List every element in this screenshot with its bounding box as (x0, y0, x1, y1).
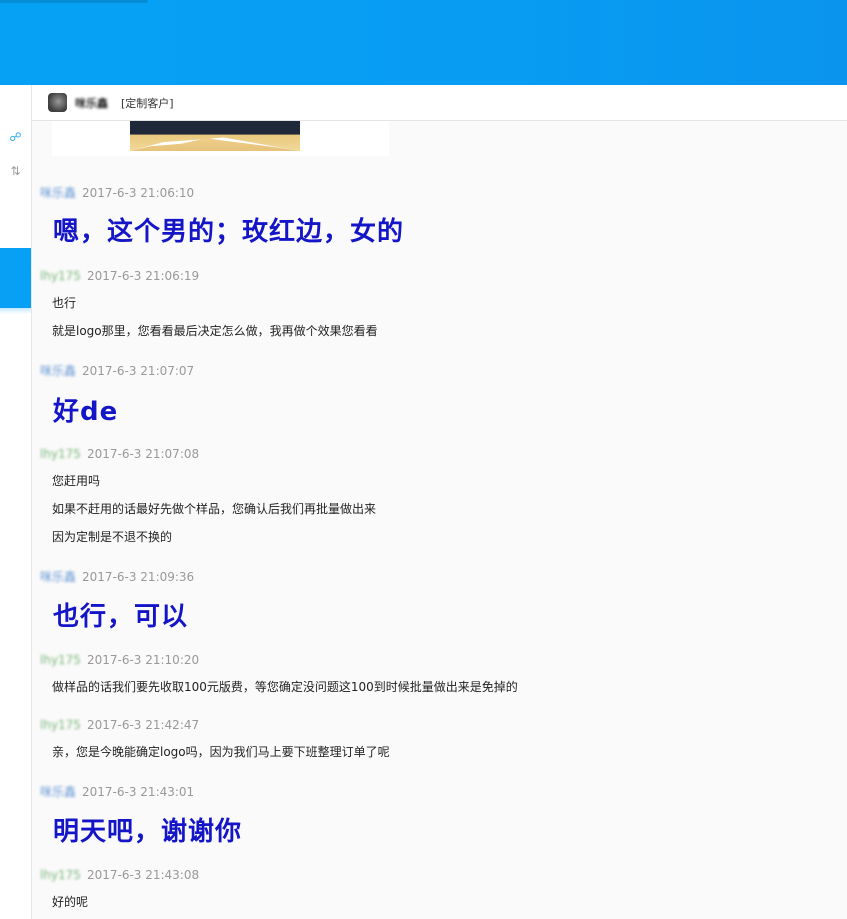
message-text: 嗯，这个男的；玫红边，女的 (53, 217, 405, 247)
sender-name: lhy175 (40, 868, 81, 882)
sort-icon[interactable]: ⇅ (0, 164, 31, 178)
message-text: 明天吧，谢谢你 (53, 817, 243, 847)
left-sidebar: ☍ ⇅ (0, 85, 32, 919)
message-text: 也行，可以 (53, 602, 189, 632)
sidebar-active-item[interactable] (0, 248, 31, 308)
message-meta: lhy175 2017-6-3 21:06:19 (40, 269, 199, 283)
app-top-bar (0, 0, 847, 85)
message-text: 如果不赶用的话最好先做个样品，您确认后我们再批量做出来 (52, 502, 377, 516)
sender-name: lhy175 (40, 653, 81, 667)
sender-name: lhy175 (40, 447, 81, 461)
sender-name: 咪乐鑫 (40, 364, 77, 378)
message-text: 做样品的话我们要先收取100元版费，等您确定没问题这100到时候批量做出来是免掉… (52, 680, 518, 694)
message-meta: 咪乐鑫 2017-6-3 21:07:07 (40, 362, 194, 379)
sender-name: lhy175 (40, 269, 81, 283)
message-time: 2017-6-3 21:07:08 (86, 447, 200, 461)
message-meta: 咪乐鑫 2017-6-3 21:09:36 (40, 568, 194, 585)
contact-tag: [定制客户] (121, 97, 174, 110)
sender-name: 咪乐鑫 (40, 570, 77, 584)
top-bar-shadow (0, 0, 148, 3)
sender-name: 咪乐鑫 (40, 785, 77, 799)
message-meta: 咪乐鑫 2017-6-3 21:43:01 (40, 783, 194, 800)
message-text: 亲，您是今晚能确定logo吗，因为我们马上要下班整理订单了呢 (52, 745, 390, 759)
message-meta: lhy175 2017-6-3 21:07:08 (40, 447, 199, 461)
message-meta: 咪乐鑫 2017-6-3 21:06:10 (40, 184, 194, 201)
message-text: 因为定制是不退不换的 (52, 530, 173, 544)
contact-name: 咪乐鑫 (75, 97, 108, 110)
message-time: 2017-6-3 21:42:47 (86, 718, 200, 732)
message-text: 就是logo那里，您看看最后决定怎么做，我再做个效果您看看 (52, 324, 378, 338)
sender-name: lhy175 (40, 718, 81, 732)
message-text: 您赶用吗 (52, 474, 101, 488)
sidebar-active-shadow (0, 308, 31, 314)
message-text: 好的呢 (52, 895, 89, 909)
message-time: 2017-6-3 21:06:10 (82, 186, 195, 200)
message-meta: lhy175 2017-6-3 21:10:20 (40, 653, 199, 667)
chat-header: 咪乐鑫 [定制客户] (32, 85, 847, 121)
message-time: 2017-6-3 21:43:01 (82, 785, 195, 799)
message-time: 2017-6-3 21:07:07 (82, 364, 195, 378)
message-meta: lhy175 2017-6-3 21:42:47 (40, 718, 199, 732)
share-icon[interactable]: ☍ (0, 130, 31, 144)
sender-name: 咪乐鑫 (40, 186, 77, 200)
message-time: 2017-6-3 21:09:36 (82, 570, 195, 584)
message-time: 2017-6-3 21:10:20 (86, 653, 200, 667)
message-text: 也行 (52, 296, 77, 310)
message-time: 2017-6-3 21:06:19 (86, 269, 200, 283)
message-time: 2017-6-3 21:43:08 (86, 868, 200, 882)
image-message[interactable] (52, 121, 389, 156)
message-meta: lhy175 2017-6-3 21:43:08 (40, 868, 199, 882)
avatar[interactable] (48, 93, 67, 112)
message-text: 好de (53, 397, 119, 427)
